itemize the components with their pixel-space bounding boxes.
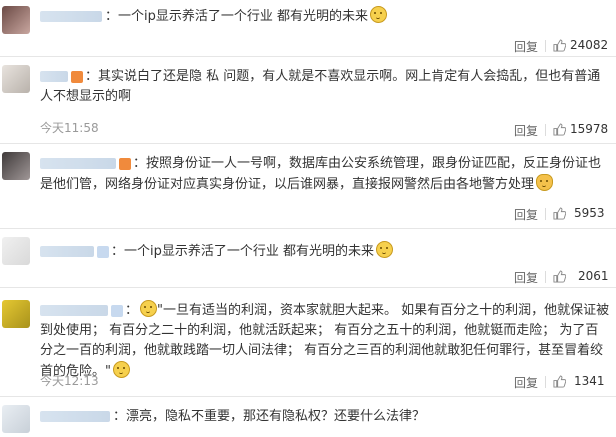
member-badge-icon [111,304,123,317]
colon: ： [111,244,125,259]
avatar[interactable] [2,6,30,34]
avatar[interactable] [2,300,30,328]
username-blurred[interactable] [40,71,68,82]
divider [545,271,546,283]
comment-item: ：按照身份证一人一号啊，数据库由公安系统管理，跟身份证匹配，反正身份证也是他们管… [0,144,616,229]
comment-text: 一个ip显示养活了一个行业 都有光明的未来 [118,9,369,24]
avatar[interactable] [2,65,30,93]
thumbs-up-icon[interactable] [553,270,566,283]
like-count: 2061 [578,269,609,283]
like-count: 1341 [574,374,605,388]
colon: ： [105,9,119,24]
avatar[interactable] [2,152,30,180]
username-blurred[interactable] [40,305,108,316]
like-count: 15978 [570,122,609,136]
hands-emoji-icon [536,174,554,191]
vip-badge-icon [119,157,131,170]
divider [545,124,546,136]
username-blurred[interactable] [40,11,102,22]
colon: ： [133,156,147,171]
reply-button[interactable]: 回复 [514,374,538,391]
reply-button[interactable]: 回复 [514,269,538,286]
comment-item: ：一个ip显示养活了一个行业 都有光明的未来 回复 2061 [0,229,616,288]
divider [545,40,546,52]
thumbs-up-icon[interactable] [553,375,566,388]
like-count: 5953 [574,206,605,220]
thumbs-up-icon[interactable] [553,39,566,52]
timestamp: 今天11:58 [40,121,99,135]
doge-emoji-icon [140,300,158,317]
divider [545,376,546,388]
comment-item: ：一个ip显示养活了一个行业 都有光明的未来 回复 24082 [0,0,616,57]
doge-emoji-icon [112,361,130,378]
comment-item: ：其实说白了还是隐 私 问题，有人就是不喜欢显示啊。网上肯定有人会捣乱，但也有普… [0,57,616,144]
thumbs-up-icon[interactable] [553,207,566,220]
username-blurred[interactable] [40,411,110,422]
doge-emoji-icon [370,6,388,23]
colon: ： [125,303,139,318]
colon: ： [113,409,127,424]
reply-button[interactable]: 回复 [514,206,538,223]
comment-item: ： "一旦有适当的利润，资本家就胆大起来。 如果有百分之十的利润，他就保证被到处使… [0,288,616,397]
comment-text: 其实说白了还是隐 私 问题，有人就是不喜欢显示啊。网上肯定有人会捣乱，但也有普通… [40,69,601,104]
member-badge-icon [97,245,109,258]
comment-text: 漂亮，隐私不重要，那还有隐私权？还要什么法律？ [126,409,426,424]
colon: ： [85,69,99,84]
doge-emoji-icon [376,241,394,258]
vip-badge-icon [71,70,83,83]
comment-item: ：漂亮，隐私不重要，那还有隐私权？还要什么法律？ [0,397,616,437]
avatar[interactable] [2,405,30,433]
like-count: 24082 [570,38,609,52]
timestamp: 今天12:13 [40,374,99,388]
avatar[interactable] [2,237,30,265]
username-blurred[interactable] [40,158,116,169]
comment-text: 一个ip显示养活了一个行业 都有光明的未来 [124,244,375,259]
reply-button[interactable]: 回复 [514,122,538,139]
username-blurred[interactable] [40,246,94,257]
reply-button[interactable]: 回复 [514,38,538,55]
thumbs-up-icon[interactable] [553,123,566,136]
divider [545,208,546,220]
